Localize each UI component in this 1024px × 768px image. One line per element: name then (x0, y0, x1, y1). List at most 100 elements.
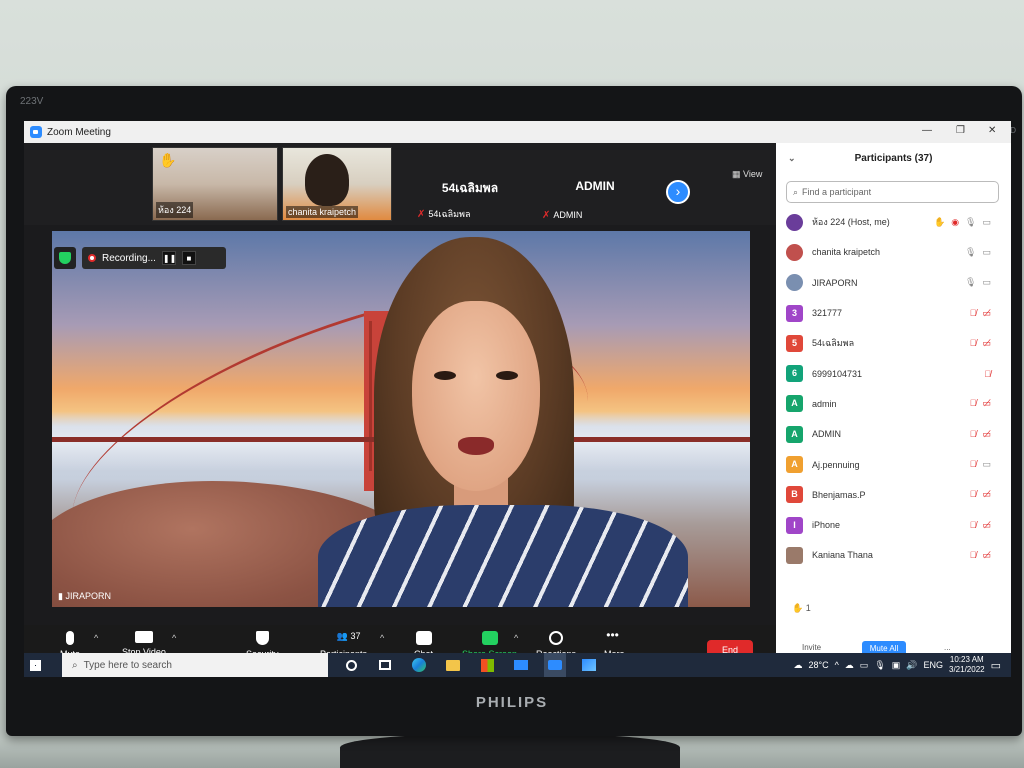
cortana-icon[interactable] (340, 653, 362, 677)
participant-name: Kaniana Thana (812, 550, 873, 561)
video-options-caret-icon[interactable]: ^ (172, 633, 176, 643)
tile-54chalermpol[interactable]: 54เฉลิมพล ✗ 54เฉลิมพล (409, 147, 531, 221)
security-shield-button[interactable] (54, 247, 76, 269)
search-placeholder: Find a participant (802, 187, 872, 197)
display-icon: ▣ (891, 659, 901, 670)
list-item[interactable]: 5 54เฉลิมพล 🎙̸ ▭̸ (776, 328, 1011, 358)
participant-search-input[interactable]: ⌕ Find a participant (786, 181, 999, 203)
avatar (786, 546, 803, 564)
list-item[interactable]: A ADMIN 🎙̸ ▭̸ (776, 419, 1011, 449)
recording-label: Recording... (102, 252, 156, 264)
avatar: A (786, 425, 803, 443)
participant-name: iPhone (812, 520, 841, 531)
task-view-icon[interactable] (374, 653, 396, 677)
list-item[interactable]: 3 321777 🎙̸ ▭̸ (776, 298, 1011, 328)
speaker-mouth (458, 437, 494, 455)
edge-browser-icon[interactable] (408, 653, 430, 677)
next-page-button[interactable]: › (666, 180, 690, 204)
list-item[interactable]: B Bhenjamas.P 🎙̸ ▭̸ (776, 480, 1011, 510)
zoom-logo-icon (30, 126, 42, 138)
taskbar-search-input[interactable]: ⌕ Type here to search (62, 653, 328, 677)
mail-icon[interactable] (510, 653, 532, 677)
participant-status-icons: 🎙̸ ▭̸ (970, 398, 991, 409)
network-icon[interactable]: ▭ (860, 660, 869, 671)
recording-indicator: Recording... ❚❚ ■ (82, 247, 226, 269)
taskbar-search-placeholder: Type here to search (83, 659, 172, 671)
store-icon[interactable] (476, 653, 498, 677)
participant-status-icons: 🎙 ▭ (965, 247, 991, 258)
list-item[interactable]: I iPhone 🎙̸ ▭̸ (776, 510, 1011, 540)
microphone-tray-icon: 🎙 (874, 659, 886, 670)
photos-icon[interactable] (578, 653, 600, 677)
share-options-caret-icon[interactable]: ^ (514, 633, 518, 643)
list-item[interactable]: chanita kraipetch 🎙 ▭ (776, 237, 1011, 267)
system-tray: ☁ 28°C ^ ☁ ▭ 🎙 ▣ 🔊 ENG 10:23 AM 3/21/2022… (793, 653, 1011, 677)
zoom-taskbar-icon[interactable] (544, 653, 566, 677)
participant-status-icons: 🎙̸ ▭̸ (970, 489, 991, 500)
clock-date: 3/21/2022 (949, 665, 985, 674)
thumb-name: ห้อง 224 (156, 202, 194, 218)
record-dot-icon (88, 254, 96, 262)
clock[interactable]: 10:23 AM 3/21/2022 (949, 655, 985, 675)
shield-icon (59, 252, 71, 264)
participant-name: admin (812, 398, 837, 409)
language-indicator[interactable]: ENG (923, 660, 943, 670)
thumb-chanita[interactable]: chanita kraipetch (282, 147, 392, 221)
participant-status-icons: 🎙̸ ▭̸ (970, 520, 991, 531)
window-title: Zoom Meeting (47, 126, 111, 138)
participant-name: Bhenjamas.P (812, 489, 866, 500)
search-icon: ⌕ (793, 186, 799, 197)
list-item[interactable]: A admin 🎙̸ ▭̸ (776, 389, 1011, 419)
list-item[interactable]: Kaniana Thana 🎙̸ ▭̸ (776, 540, 1011, 570)
tile-admin[interactable]: ADMIN ✗ ADMIN (534, 147, 656, 221)
mic-muted-icon: ✗ (542, 210, 551, 221)
list-item[interactable]: 6 6999104731 🎙̸ (776, 358, 1011, 388)
mic-muted-icon: 🎙̸ (969, 307, 977, 318)
tile-big-name: ADMIN (575, 179, 615, 193)
more-options-button[interactable]: ... (944, 643, 951, 652)
participant-status-icons: 🎙̸ ▭ (970, 459, 991, 470)
volume-icon[interactable]: 🔊 (906, 660, 917, 671)
monitor-brand-logo: PHILIPS (475, 694, 549, 711)
speaker-eye (496, 371, 518, 380)
weather-temperature[interactable]: 28°C (808, 660, 828, 670)
notifications-icon[interactable]: ▭ (991, 659, 1001, 672)
thumb-name: chanita kraipetch (286, 206, 359, 218)
list-item[interactable]: JIRAPORN 🎙 ▭ (776, 268, 1011, 298)
pause-recording-button[interactable]: ❚❚ (161, 251, 176, 265)
minimize-window-icon[interactable]: — (922, 125, 932, 136)
thumb-room-224[interactable]: ✋ ห้อง 224 (152, 147, 278, 221)
show-hidden-icons-icon[interactable]: ^ (835, 660, 839, 670)
audio-options-caret-icon[interactable]: ^ (94, 633, 98, 643)
more-dots-icon: ••• (606, 628, 619, 642)
file-explorer-icon[interactable] (442, 653, 464, 677)
video-off-icon: ▭̸ (982, 337, 991, 348)
avatar (786, 213, 803, 231)
avatar (786, 274, 803, 292)
screen: Zoom Meeting ✋ ห้อง 224 chanita kraipetc… (24, 121, 1011, 677)
view-button[interactable]: ▦ View (732, 169, 762, 180)
windows-logo-icon (29, 659, 41, 671)
avatar: B (786, 486, 803, 504)
close-window-icon[interactable]: ✕ (988, 125, 996, 136)
raised-hand-icon: ✋ (159, 152, 177, 168)
start-button[interactable] (24, 653, 46, 677)
video-camera-icon (134, 631, 153, 643)
raised-hands-count: ✋ 1 (792, 603, 811, 614)
active-speaker-video (52, 231, 750, 607)
speaker-eye (434, 371, 456, 380)
collapse-panel-icon[interactable]: ⌄ (788, 153, 796, 164)
list-item[interactable]: A Aj.pennuing 🎙̸ ▭ (776, 449, 1011, 479)
list-item[interactable]: ห้อง 224 (Host, me) ✋ ◉ 🎙 ▭ (776, 207, 1011, 237)
invite-button[interactable]: Invite (802, 643, 821, 652)
maximize-window-icon[interactable]: ❐ (956, 125, 965, 136)
video-camera-icon: ▭ (982, 246, 991, 257)
participant-name: 54เฉลิมพล (812, 338, 855, 349)
participants-count: 37 (350, 631, 361, 641)
participant-status-icons: 🎙̸ (984, 369, 991, 379)
participant-status-icons: 🎙̸ ▭̸ (970, 308, 991, 319)
stop-recording-button[interactable]: ■ (181, 251, 196, 265)
participant-name: 6999104731 (812, 368, 863, 379)
tile-small-name: 54เฉลิมพล (428, 209, 471, 219)
participants-options-caret-icon[interactable]: ^ (380, 633, 384, 643)
